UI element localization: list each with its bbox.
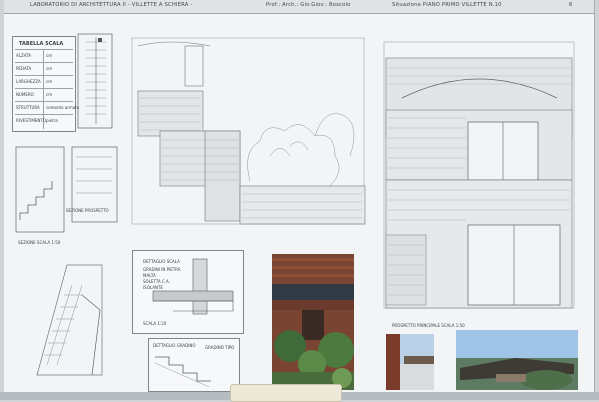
detail-panel-1: DETTAGLIO SCALA GRADINI IN PIETRA MALTA … [132, 250, 244, 334]
render-image-aerial [456, 330, 578, 390]
detail-panel-2: DETTAGLIO GRADINO GRADINO TIPO [148, 338, 240, 392]
section-scale-label: SEZIONE SCALA 1:50 [18, 240, 61, 245]
table-row-value: cm [46, 92, 53, 97]
table-row-value: cm [46, 66, 53, 71]
section-label: SEZIONE PROSPETTO [66, 208, 109, 213]
detail-scale: SCALA 1:20 [143, 321, 167, 326]
stone-elevation-drawing [131, 37, 366, 225]
stair-plan-drawing [77, 33, 113, 129]
render-image-courtyard [272, 254, 354, 390]
table-title: TABELLA SCALA [19, 41, 64, 47]
table-row-label: RIVESTIMENTO [16, 118, 46, 123]
course-title: LABORATORIO DI ARCHITETTURA II - VILLETT… [30, 2, 193, 8]
stair-section-drawing [15, 146, 118, 233]
project-text: Situazione PIANO PRIMO VILLETTE N.10 [392, 2, 502, 8]
table-row-label: STRUTTURA [16, 105, 40, 110]
table-row-value: pietra [46, 118, 58, 123]
rolled-paper [230, 384, 342, 402]
step-detail-drawing [154, 356, 211, 388]
stair-table: TABELLA SCALA ALZATA cm PEDATA cm LARGHE… [12, 36, 80, 132]
drawing-sheet: LABORATORIO DI ARCHITETTURA II - VILLETT… [4, 0, 595, 392]
professor-text: Prof.: Arch.: Gio.Giov.: Boscolo [266, 2, 351, 8]
table-row-label: PEDATA [16, 66, 32, 71]
table-row-label: NUMERO [16, 92, 34, 97]
page-number: 6 [569, 2, 573, 8]
facade-elevation-drawing [383, 41, 575, 309]
render-image-side [386, 334, 434, 390]
elevation-label: PROSPETTO PRINCIPALE SCALA 1:50 [392, 323, 465, 328]
table-row-value: cm [46, 53, 53, 58]
table-row-value: cm [46, 79, 53, 84]
table-row-label: LARGHEZZA [16, 79, 41, 84]
table-row-value: cemento armato [46, 105, 80, 110]
stair-perspective-drawing [36, 264, 103, 376]
title-bar: LABORATORIO DI ARCHITETTURA II - VILLETT… [4, 0, 594, 14]
table-row-label: ALZATA [16, 53, 31, 58]
